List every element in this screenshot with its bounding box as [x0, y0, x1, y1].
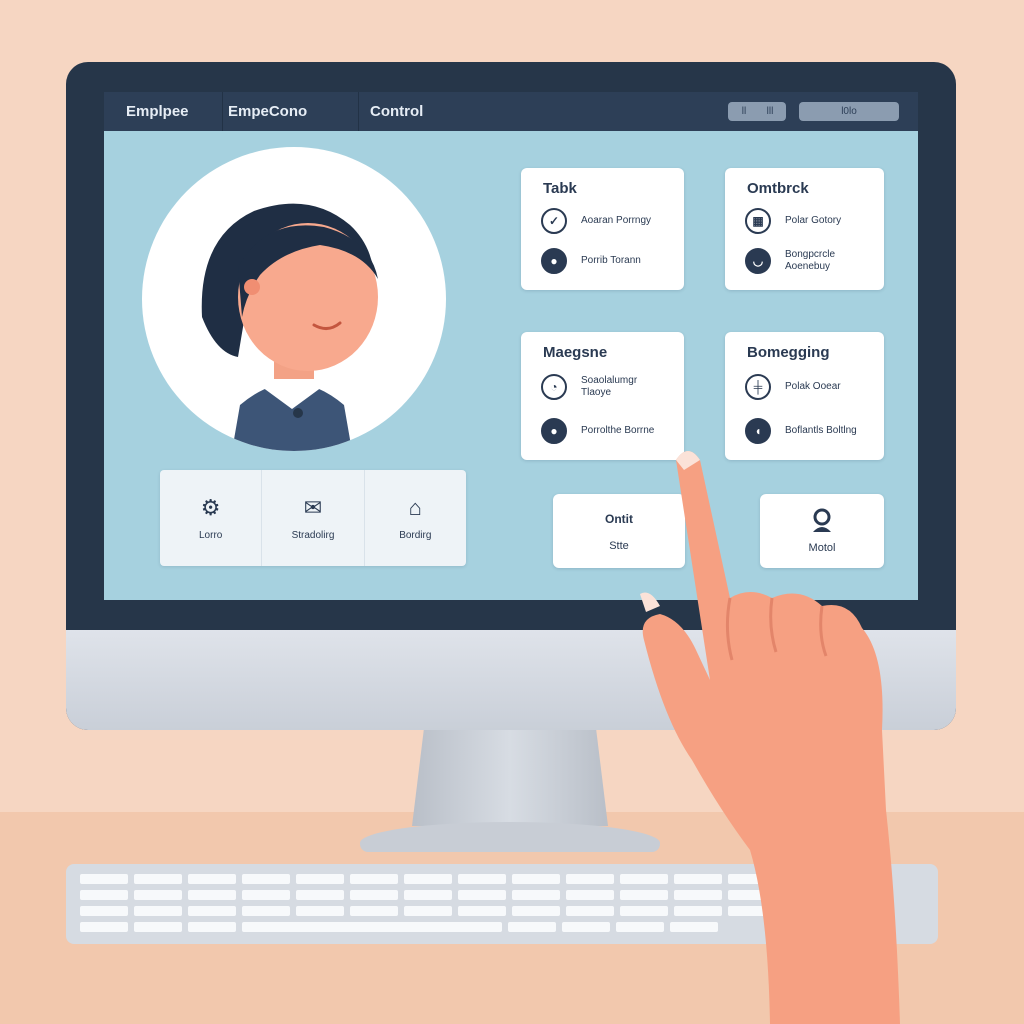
- card-row-label[interactable]: Polak Ooear: [785, 381, 865, 393]
- keyboard-key[interactable]: [188, 874, 236, 884]
- toolbar-item-mail[interactable]: ✉ Stradolirg: [262, 470, 365, 566]
- keyboard-key[interactable]: [242, 890, 290, 900]
- keyboard-key[interactable]: [242, 922, 502, 932]
- people-icon: ◡: [745, 248, 771, 274]
- keyboard-key[interactable]: [188, 922, 236, 932]
- gears-icon: ⚙: [200, 494, 221, 520]
- bottom-toolbar: ⚙ Lorro ✉ Stradolirg ⌂ Bordirg: [160, 470, 466, 566]
- card-row-label[interactable]: Bongpcrcle Aoenebuy: [785, 249, 865, 273]
- keyboard-key[interactable]: [80, 874, 128, 884]
- keyboard-key[interactable]: [350, 890, 398, 900]
- window-controls[interactable]: ll lll: [728, 102, 786, 121]
- keyboard-key[interactable]: [458, 890, 506, 900]
- profile-avatar[interactable]: [142, 147, 446, 451]
- pointing-hand: [640, 451, 900, 1024]
- header-button[interactable]: l0lo: [799, 102, 899, 121]
- card-title: Bomegging: [747, 344, 830, 361]
- keyboard-key[interactable]: [404, 906, 452, 916]
- toolbar-label: Bordirg: [399, 529, 432, 541]
- building-icon: ⌂: [408, 494, 422, 520]
- card-row-label[interactable]: Polar Gotory: [785, 215, 865, 227]
- window-control-a[interactable]: ll: [731, 102, 757, 121]
- keyboard-key[interactable]: [188, 890, 236, 900]
- keyboard-key[interactable]: [296, 874, 344, 884]
- card-row-label[interactable]: Soaolalumgr Tlaoye: [581, 375, 661, 399]
- toolbar-label: Lorro: [198, 529, 223, 541]
- keyboard-key[interactable]: [458, 874, 506, 884]
- card-tasks[interactable]: Tabk ✓ Aoaran Porrngy ● Porrib Torann: [521, 168, 684, 290]
- toolbar-item-building[interactable]: ⌂ Bordirg: [365, 470, 466, 566]
- card-feedback[interactable]: Omtbrck ▦ Polar Gotory ◡ Bongpcrcle Aoen…: [725, 168, 884, 290]
- grid-icon: ╪: [745, 374, 771, 400]
- window-control-b[interactable]: lll: [757, 102, 783, 121]
- keyboard-key[interactable]: [512, 874, 560, 884]
- card-title: Maegsne: [543, 344, 608, 361]
- card-title: Tabk: [543, 180, 577, 197]
- clock-icon: ◔: [541, 374, 567, 400]
- toolbar-item-settings[interactable]: ⚙ Lorro: [160, 470, 263, 566]
- keyboard-key[interactable]: [404, 874, 452, 884]
- keyboard-key[interactable]: [512, 890, 560, 900]
- tab-employee[interactable]: Emplpee: [112, 92, 223, 131]
- card-title: Omtbrck: [747, 180, 809, 197]
- monitor-stand: [412, 730, 608, 826]
- keyboard-key[interactable]: [350, 906, 398, 916]
- keyboard-key[interactable]: [512, 906, 560, 916]
- keyboard-key[interactable]: [134, 874, 182, 884]
- keyboard-key[interactable]: [80, 922, 128, 932]
- keyboard-key[interactable]: [80, 906, 128, 916]
- card-row-label[interactable]: Porrib Torann: [581, 255, 661, 267]
- keyboard-key[interactable]: [404, 890, 452, 900]
- keyboard-key[interactable]: [242, 906, 290, 916]
- checkmark-icon: ✓: [541, 208, 567, 234]
- card-row-label[interactable]: Aoaran Porrngy: [581, 215, 661, 227]
- top-navigation-bar: Emplpee EmpeCono Control ll lll l0lo: [104, 92, 918, 131]
- keyboard-key[interactable]: [296, 906, 344, 916]
- keyboard-key[interactable]: [458, 906, 506, 916]
- keyboard-key[interactable]: [134, 922, 182, 932]
- tab-employee-control[interactable]: EmpeCono: [214, 92, 359, 131]
- keyboard-key[interactable]: [242, 874, 290, 884]
- keyboard-key[interactable]: [188, 906, 236, 916]
- calendar-icon: ▦: [745, 208, 771, 234]
- tab-control[interactable]: Control: [356, 92, 437, 131]
- message-icon: ●: [541, 418, 567, 444]
- woman-avatar-icon: [201, 203, 378, 451]
- keyboard-key[interactable]: [296, 890, 344, 900]
- chat-icon: ●: [541, 248, 567, 274]
- keyboard-key[interactable]: [134, 890, 182, 900]
- keyboard-key[interactable]: [134, 906, 182, 916]
- keyboard-key[interactable]: [350, 874, 398, 884]
- mail-icon: ✉: [303, 494, 323, 520]
- keyboard-key[interactable]: [508, 922, 556, 932]
- toolbar-label: Stradolirg: [291, 529, 335, 541]
- keyboard-key[interactable]: [80, 890, 128, 900]
